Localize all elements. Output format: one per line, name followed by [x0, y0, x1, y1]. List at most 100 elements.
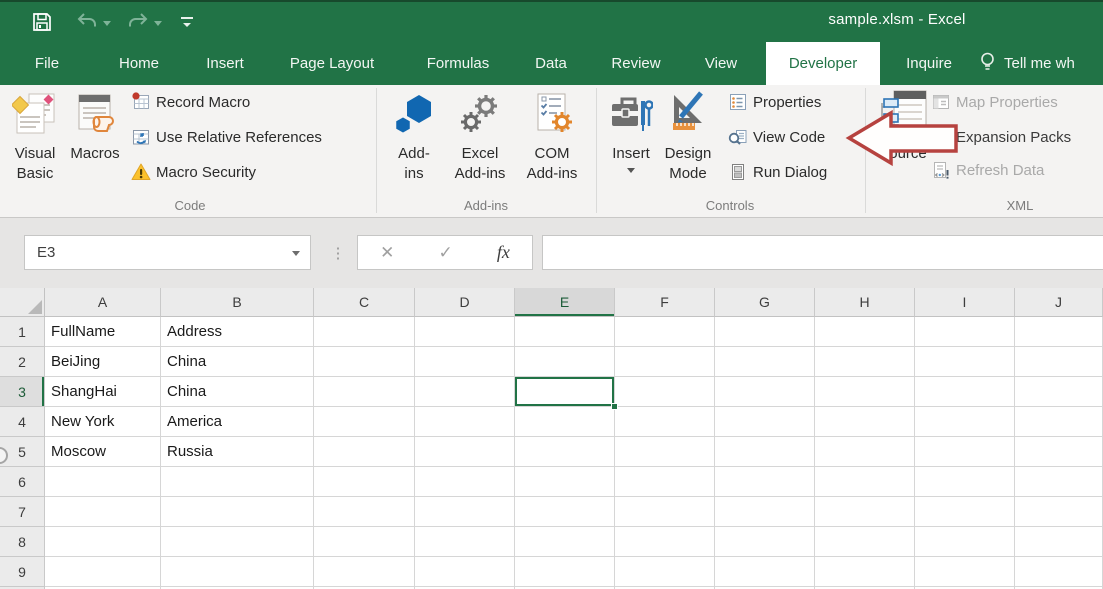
select-all-corner[interactable]: [0, 288, 45, 317]
row-header-7[interactable]: 7: [0, 497, 45, 527]
save-button[interactable]: [26, 8, 58, 36]
undo-button[interactable]: [72, 8, 102, 36]
cell-J1[interactable]: [1015, 317, 1103, 347]
cell-B7[interactable]: [161, 497, 314, 527]
cell-H9[interactable]: [815, 557, 915, 587]
cell-B5[interactable]: Russia: [161, 437, 314, 467]
redo-dropdown-icon[interactable]: [154, 21, 162, 26]
tab-view[interactable]: View: [690, 42, 752, 85]
cell-J3[interactable]: [1015, 377, 1103, 407]
name-box-dropdown-icon[interactable]: [292, 251, 300, 256]
cell-B9[interactable]: [161, 557, 314, 587]
cell-I7[interactable]: [915, 497, 1015, 527]
tab-file[interactable]: File: [18, 42, 76, 85]
tab-data[interactable]: Data: [520, 42, 582, 85]
column-header-H[interactable]: H: [815, 288, 915, 317]
cell-C2[interactable]: [314, 347, 415, 377]
cell-B8[interactable]: [161, 527, 314, 557]
cell-H2[interactable]: [815, 347, 915, 377]
cell-J9[interactable]: [1015, 557, 1103, 587]
cell-E4[interactable]: [515, 407, 615, 437]
cell-A1[interactable]: FullName: [45, 317, 161, 347]
column-header-D[interactable]: D: [415, 288, 515, 317]
column-header-A[interactable]: A: [45, 288, 161, 317]
cell-E7[interactable]: [515, 497, 615, 527]
tab-formulas[interactable]: Formulas: [412, 42, 504, 85]
redo-button[interactable]: [123, 8, 153, 36]
column-header-F[interactable]: F: [615, 288, 715, 317]
cell-C1[interactable]: [314, 317, 415, 347]
cell-F8[interactable]: [615, 527, 715, 557]
column-header-E[interactable]: E: [515, 288, 615, 317]
macros-button[interactable]: Macros: [64, 89, 126, 197]
cell-I9[interactable]: [915, 557, 1015, 587]
cell-C3[interactable]: [314, 377, 415, 407]
column-header-G[interactable]: G: [715, 288, 815, 317]
column-header-J[interactable]: J: [1015, 288, 1103, 317]
cell-H5[interactable]: [815, 437, 915, 467]
cell-J7[interactable]: [1015, 497, 1103, 527]
cell-H3[interactable]: [815, 377, 915, 407]
row-header-4[interactable]: 4: [0, 407, 45, 437]
cell-D8[interactable]: [415, 527, 515, 557]
tab-page-layout[interactable]: Page Layout: [276, 42, 388, 85]
cancel-button[interactable]: ✕: [380, 243, 394, 263]
row-header-1[interactable]: 1: [0, 317, 45, 347]
cell-F2[interactable]: [615, 347, 715, 377]
cell-F9[interactable]: [615, 557, 715, 587]
cell-G3[interactable]: [715, 377, 815, 407]
tab-inquire[interactable]: Inquire: [888, 42, 970, 85]
cell-J8[interactable]: [1015, 527, 1103, 557]
run-dialog-button[interactable]: Run Dialog: [728, 159, 827, 185]
tab-review[interactable]: Review: [598, 42, 674, 85]
cell-F3[interactable]: [615, 377, 715, 407]
cell-G1[interactable]: [715, 317, 815, 347]
excel-add-ins-button[interactable]: Excel Add-ins: [448, 89, 512, 197]
cell-G7[interactable]: [715, 497, 815, 527]
row-header-3[interactable]: 3: [0, 377, 45, 407]
cell-H1[interactable]: [815, 317, 915, 347]
name-box[interactable]: E3: [24, 235, 311, 270]
cell-A5[interactable]: Moscow: [45, 437, 161, 467]
row-header-9[interactable]: 9: [0, 557, 45, 587]
column-header-C[interactable]: C: [314, 288, 415, 317]
cell-J5[interactable]: [1015, 437, 1103, 467]
cell-A7[interactable]: [45, 497, 161, 527]
insert-dropdown-icon[interactable]: [627, 168, 635, 173]
design-mode-button[interactable]: Design Mode: [658, 89, 718, 197]
cell-C9[interactable]: [314, 557, 415, 587]
cell-G9[interactable]: [715, 557, 815, 587]
cell-I6[interactable]: [915, 467, 1015, 497]
cell-A4[interactable]: New York: [45, 407, 161, 437]
cell-C5[interactable]: [314, 437, 415, 467]
cell-J4[interactable]: [1015, 407, 1103, 437]
cell-C7[interactable]: [314, 497, 415, 527]
cell-D1[interactable]: [415, 317, 515, 347]
cell-E2[interactable]: [515, 347, 615, 377]
visual-basic-button[interactable]: Visual Basic: [6, 89, 64, 197]
insert-function-button[interactable]: fx: [497, 242, 510, 263]
row-header-8[interactable]: 8: [0, 527, 45, 557]
cell-D6[interactable]: [415, 467, 515, 497]
cell-D3[interactable]: [415, 377, 515, 407]
cell-B4[interactable]: America: [161, 407, 314, 437]
cell-I4[interactable]: [915, 407, 1015, 437]
row-header-6[interactable]: 6: [0, 467, 45, 497]
cell-E5[interactable]: [515, 437, 615, 467]
column-header-I[interactable]: I: [915, 288, 1015, 317]
cell-H4[interactable]: [815, 407, 915, 437]
cell-G8[interactable]: [715, 527, 815, 557]
cell-C4[interactable]: [314, 407, 415, 437]
cell-D4[interactable]: [415, 407, 515, 437]
cell-E8[interactable]: [515, 527, 615, 557]
cell-B2[interactable]: China: [161, 347, 314, 377]
cell-F1[interactable]: [615, 317, 715, 347]
cell-A2[interactable]: BeiJing: [45, 347, 161, 377]
cell-H6[interactable]: [815, 467, 915, 497]
cell-A9[interactable]: [45, 557, 161, 587]
cell-J2[interactable]: [1015, 347, 1103, 377]
row-header-2[interactable]: 2: [0, 347, 45, 377]
undo-dropdown-icon[interactable]: [103, 21, 111, 26]
properties-button[interactable]: Properties: [728, 89, 821, 115]
cell-A3[interactable]: ShangHai: [45, 377, 161, 407]
